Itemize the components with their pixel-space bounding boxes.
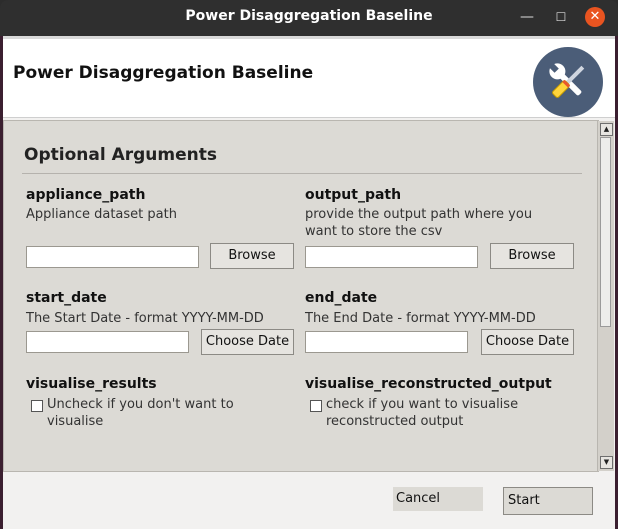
maximize-icon[interactable]: ☐ <box>551 7 571 27</box>
options-scroll-panel[interactable]: Optional Arguments appliance_path Applia… <box>3 120 599 472</box>
tools-icon <box>533 47 603 117</box>
output-path-label: output_path <box>305 187 402 203</box>
output-path-browse-button[interactable]: Browse <box>490 243 574 269</box>
end-date-input[interactable] <box>305 331 468 353</box>
start-date-description: The Start Date - format YYYY-MM-DD <box>26 311 264 326</box>
appliance-path-input[interactable] <box>26 246 199 268</box>
minimize-icon[interactable]: — <box>517 7 537 27</box>
visualise-results-checkbox-label-line2[interactable]: visualise <box>47 413 103 430</box>
scrollbar-thumb[interactable] <box>600 137 611 327</box>
start-date-choose-button[interactable]: Choose Date <box>201 329 294 355</box>
end-date-choose-button[interactable]: Choose Date <box>481 329 574 355</box>
end-date-description: The End Date - format YYYY-MM-DD <box>305 311 536 326</box>
visualise-results-checkbox-label-line1[interactable]: Uncheck if you don't want to <box>47 396 234 413</box>
appliance-path-label: appliance_path <box>26 187 146 203</box>
visualise-results-checkbox[interactable] <box>31 400 43 412</box>
appliance-path-browse-button[interactable]: Browse <box>210 243 294 269</box>
appliance-path-description: Appliance dataset path <box>26 207 177 222</box>
visualise-reconstructed-output-checkbox-label-line1[interactable]: check if you want to visualise <box>326 396 518 413</box>
start-date-input[interactable] <box>26 331 189 353</box>
section-title: Optional Arguments <box>24 145 217 165</box>
output-path-description-line2: want to store the csv <box>305 224 443 239</box>
app-window: Power Disaggregation Baseline Optional A… <box>3 36 615 529</box>
scroll-down-icon[interactable]: ▼ <box>600 456 613 469</box>
app-header: Power Disaggregation Baseline <box>3 36 615 118</box>
vertical-scrollbar[interactable]: ▲ ▼ <box>597 121 614 471</box>
cancel-button[interactable]: Cancel <box>393 487 483 511</box>
output-path-description-line1: provide the output path where you <box>305 207 533 222</box>
visualise-reconstructed-output-checkbox[interactable] <box>310 400 322 412</box>
section-divider <box>22 173 582 174</box>
window-titlebar[interactable]: Power Disaggregation Baseline — ☐ ✕ <box>0 0 618 36</box>
page-title: Power Disaggregation Baseline <box>13 63 314 83</box>
visualise-reconstructed-output-checkbox-label-line2[interactable]: reconstructed output <box>326 413 463 430</box>
close-icon[interactable]: ✕ <box>585 7 605 27</box>
visualise-reconstructed-output-label: visualise_reconstructed_output <box>305 376 552 392</box>
start-button[interactable]: Start <box>503 487 593 515</box>
visualise-results-label: visualise_results <box>26 376 157 392</box>
scroll-up-icon[interactable]: ▲ <box>600 123 613 136</box>
start-date-label: start_date <box>26 290 107 306</box>
end-date-label: end_date <box>305 290 378 306</box>
output-path-input[interactable] <box>305 246 478 268</box>
